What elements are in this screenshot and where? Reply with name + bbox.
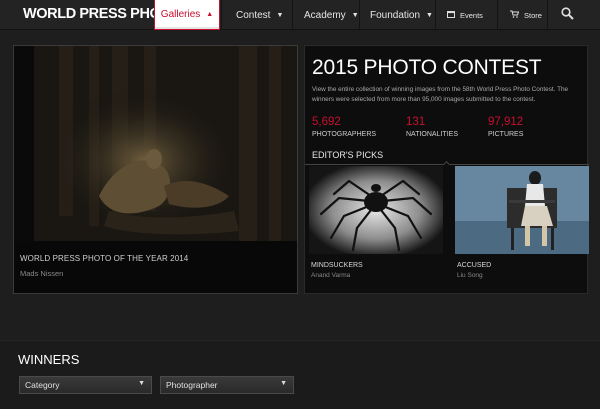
nav-divider xyxy=(292,0,293,30)
pick-title[interactable]: MINDSUCKERS xyxy=(311,262,363,269)
search-icon xyxy=(561,7,574,23)
photographer-select-value: Photographer xyxy=(166,380,218,390)
chevron-down-icon: ▼ xyxy=(426,11,433,19)
nav-galleries-label: Galleries xyxy=(160,9,201,20)
spider-photo xyxy=(309,166,443,254)
nav-contest-label: Contest xyxy=(236,9,271,21)
chevron-down-icon: ▼ xyxy=(276,11,284,19)
stat-value: 5,692 xyxy=(312,116,341,128)
nav-divider xyxy=(359,0,360,30)
calendar-icon xyxy=(447,10,455,20)
nav-contest[interactable]: Contest ▼ xyxy=(236,0,283,30)
contest-intro: View the entire collection of winning im… xyxy=(312,86,569,103)
pick-title[interactable]: ACCUSED xyxy=(457,262,491,269)
nav-events-label: Events xyxy=(460,10,483,20)
hero-photo-card[interactable]: WORLD PRESS PHOTO OF THE YEAR 2014 Mads … xyxy=(13,45,298,294)
chevron-down-icon: ▼ xyxy=(280,380,287,387)
pick-thumbnail-accused[interactable] xyxy=(455,166,589,254)
chevron-down-icon: ▼ xyxy=(351,11,359,19)
stat-photographers: 5,692 PHOTOGRAPHERS xyxy=(312,116,376,138)
stat-label: PICTURES xyxy=(488,131,524,138)
picks-divider-notch xyxy=(442,160,451,169)
nav-foundation-label: Foundation xyxy=(370,9,421,21)
search-button[interactable] xyxy=(561,0,574,30)
contest-panel: 2015 PHOTO CONTEST View the entire colle… xyxy=(304,45,589,294)
nav-galleries[interactable]: Galleries ▲ xyxy=(154,0,220,30)
top-nav: WORLD PRESS PHOTO Galleries ▲ Contest ▼ … xyxy=(0,0,600,30)
chevron-up-icon: ▲ xyxy=(206,11,214,18)
chevron-down-icon: ▼ xyxy=(138,380,145,387)
pick-author: Anand Varma xyxy=(311,272,351,279)
pick-thumbnail-mindsuckers[interactable] xyxy=(309,166,443,254)
stat-pictures: 97,912 PICTURES xyxy=(488,116,523,138)
nav-divider xyxy=(221,0,222,30)
editors-picks-heading: EDITOR'S PICKS xyxy=(312,150,384,160)
accused-photo xyxy=(455,166,589,254)
stat-label: NATIONALITIES xyxy=(406,131,458,138)
nav-academy-label: Academy xyxy=(304,9,346,21)
hero-title[interactable]: WORLD PRESS PHOTO OF THE YEAR 2014 xyxy=(20,254,188,263)
nav-store-label: Store xyxy=(524,10,542,20)
contest-title[interactable]: 2015 PHOTO CONTEST xyxy=(312,56,542,80)
nav-divider xyxy=(497,0,498,30)
winners-section xyxy=(0,340,600,409)
stat-nationalities: 131 NATIONALITIES xyxy=(406,116,458,138)
stat-value: 131 xyxy=(406,116,426,128)
hero-author: Mads Nissen xyxy=(20,269,64,278)
pick-author: Liu Song xyxy=(457,272,483,279)
photographer-select[interactable]: Photographer ▼ xyxy=(160,376,294,394)
cart-icon xyxy=(510,10,520,20)
category-select[interactable]: Category ▼ xyxy=(19,376,152,394)
nav-divider xyxy=(435,0,436,30)
nav-divider xyxy=(547,0,548,30)
winners-heading: WINNERS xyxy=(18,352,80,367)
nav-events[interactable]: Events xyxy=(447,0,483,30)
nav-academy[interactable]: Academy ▼ xyxy=(304,0,359,30)
nav-store[interactable]: Store xyxy=(510,0,542,30)
stat-value: 97,912 xyxy=(488,116,524,128)
nav-foundation[interactable]: Foundation ▼ xyxy=(370,0,433,30)
category-select-value: Category xyxy=(25,380,60,390)
stat-label: PHOTOGRAPHERS xyxy=(312,131,377,138)
